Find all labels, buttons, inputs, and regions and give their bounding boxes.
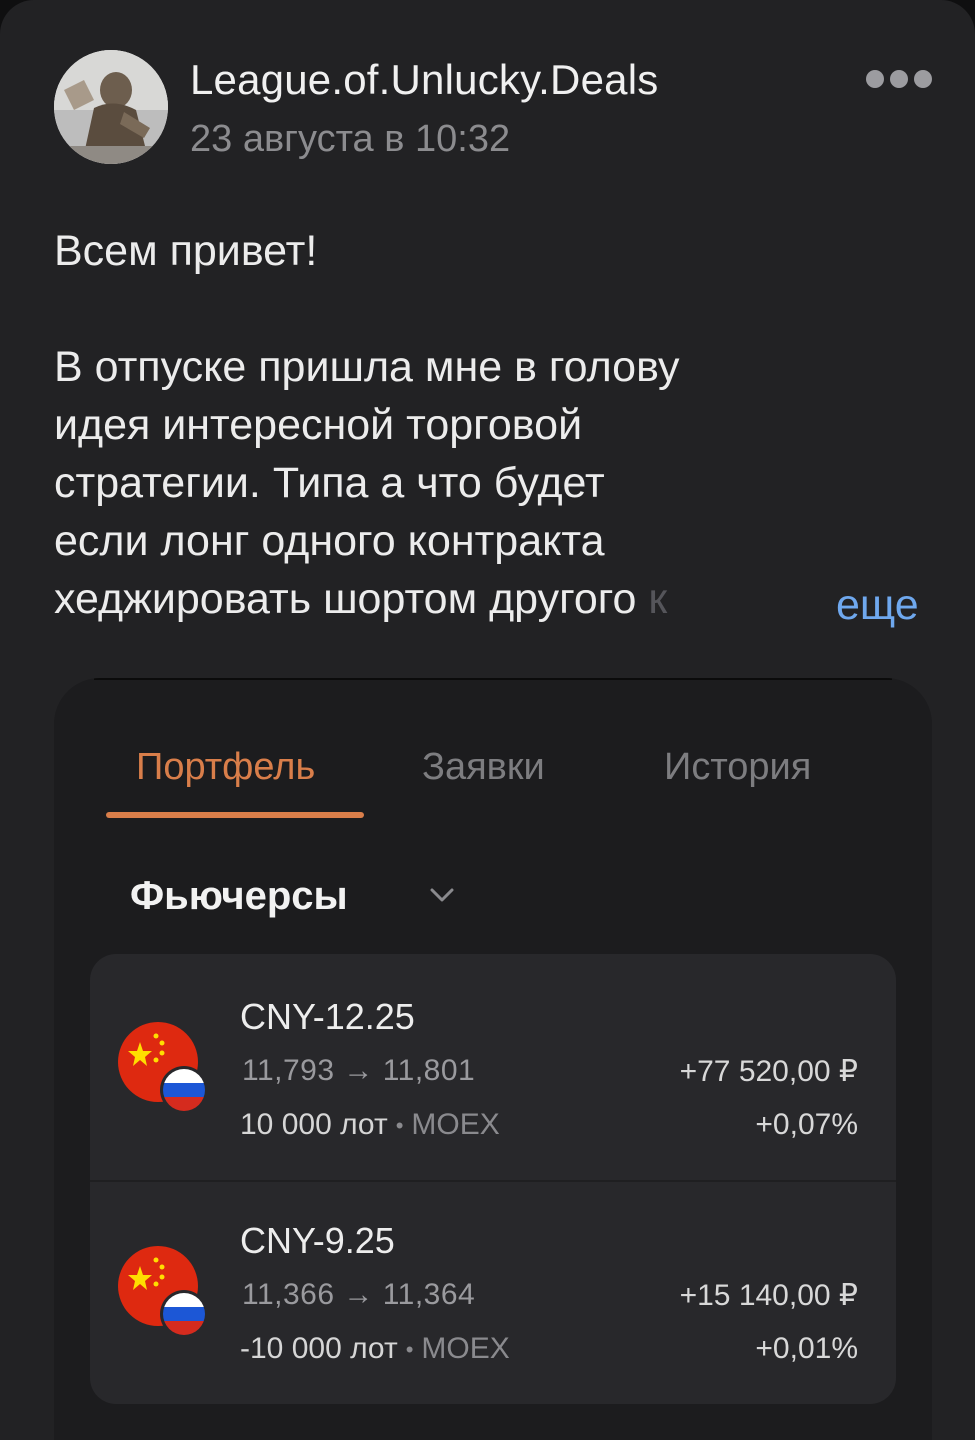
post-date: 23 августа в 10:32 bbox=[190, 118, 511, 160]
position-ticker: CNY-12.25 bbox=[240, 996, 415, 1037]
position-lots: 10 000 лот • MOEX bbox=[240, 1108, 500, 1142]
position-price: 11,366 → 11,364 bbox=[242, 1278, 476, 1311]
position-exchange: MOEX bbox=[411, 1108, 500, 1141]
post-line: идея интересной торговой bbox=[54, 401, 583, 449]
section-title-futures[interactable]: Фьючерсы bbox=[130, 874, 348, 919]
active-tab-indicator bbox=[106, 812, 364, 818]
separator-dot: • bbox=[395, 1113, 404, 1139]
position-pnl: +77 520,00 ₽ bbox=[679, 1055, 858, 1088]
position-lots: -10 000 лот • MOEX bbox=[240, 1332, 510, 1366]
cny-rub-flag-icon bbox=[118, 1022, 208, 1114]
post-body: Всем привет! В отпуске пришла мне в голо… bbox=[54, 222, 954, 628]
position-exchange: MOEX bbox=[421, 1332, 510, 1365]
position-pnl: +15 140,00 ₽ bbox=[679, 1279, 858, 1312]
tab-orders[interactable]: Заявки bbox=[422, 746, 545, 789]
position-pct: +0,07% bbox=[755, 1108, 858, 1141]
lots-value: 10 000 лот bbox=[240, 1108, 388, 1141]
position-price: 11,793 → 11,801 bbox=[242, 1054, 476, 1087]
lots-value: -10 000 лот bbox=[240, 1332, 398, 1365]
statue-photo-avatar-icon bbox=[54, 50, 168, 164]
attached-screenshot[interactable]: Портфель Заявки История Фьючерсы CNY-12.… bbox=[54, 678, 932, 1440]
separator-dot: • bbox=[405, 1337, 414, 1363]
post-line: В отпуске пришла мне в голову bbox=[54, 343, 680, 391]
chevron-down-icon[interactable] bbox=[428, 884, 456, 906]
position-ticker: CNY-9.25 bbox=[240, 1220, 395, 1261]
tab-portfolio[interactable]: Портфель bbox=[136, 746, 315, 789]
show-more-link[interactable]: еще bbox=[836, 576, 919, 634]
position-row[interactable]: CNY-12.25 11,793 → 11,801 10 000 лот • MOE… bbox=[90, 954, 896, 1180]
position-row[interactable]: CNY-9.25 11,366 → 11,364 -10 000 лот • MOE… bbox=[90, 1178, 896, 1404]
avatar[interactable] bbox=[54, 50, 168, 164]
cny-rub-flag-icon bbox=[118, 1246, 208, 1338]
post-line-text: хеджировать шортом другого bbox=[54, 575, 637, 623]
post-greeting: Всем привет! bbox=[54, 227, 318, 275]
post-line-last: хеджировать шортом другого к bbox=[54, 570, 954, 628]
positions-list: CNY-12.25 11,793 → 11,801 10 000 лот • MOE… bbox=[90, 954, 896, 1404]
post-author[interactable]: League.of.Unlucky.Deals bbox=[190, 56, 658, 104]
post-line-fade: к bbox=[636, 575, 668, 623]
divider bbox=[94, 678, 892, 680]
tab-history[interactable]: История bbox=[664, 746, 811, 789]
post-line: если лонг одного контракта bbox=[54, 517, 605, 565]
three-dots-icon[interactable] bbox=[866, 70, 932, 88]
position-pct: +0,01% bbox=[755, 1332, 858, 1365]
post-line: стратегии. Типа а что будет bbox=[54, 459, 605, 507]
post-card: League.of.Unlucky.Deals 23 августа в 10:… bbox=[0, 0, 975, 1440]
